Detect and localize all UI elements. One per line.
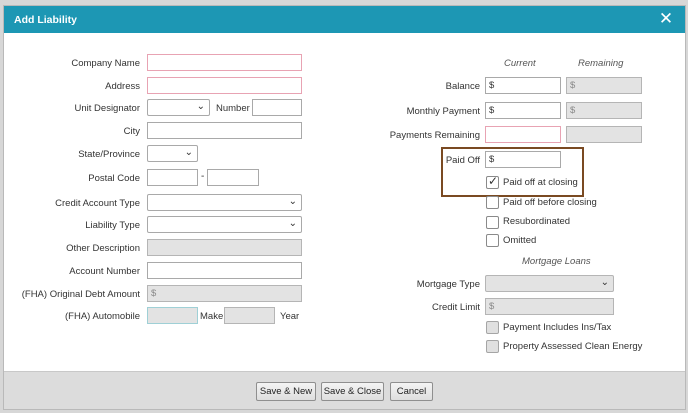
fha-original-debt-input: $ (147, 285, 302, 302)
save-and-new-button[interactable]: Save & New (256, 382, 316, 401)
current-column-header: Current (504, 58, 536, 69)
paid-off-before-closing-checkbox[interactable] (486, 196, 499, 209)
chevron-down-icon: ⌄ (288, 196, 297, 207)
city-label: City (123, 126, 140, 137)
chevron-down-icon: ⌄ (184, 147, 193, 158)
dialog-footer: Save & New Save & Close Cancel (4, 371, 685, 409)
balance-remaining-input: $ (566, 77, 642, 94)
credit-limit-input: $ (485, 298, 614, 315)
city-input[interactable] (147, 122, 302, 139)
cancel-button[interactable]: Cancel (390, 382, 433, 401)
postal-code-label: Postal Code (88, 173, 140, 184)
credit-limit-label: Credit Limit (431, 302, 480, 313)
state-province-select[interactable]: ⌄ (147, 145, 198, 162)
postal-code-ext-input[interactable] (207, 169, 259, 186)
paid-off-input[interactable]: $ (485, 151, 561, 168)
paid-off-at-closing-checkbox[interactable]: ✓ (486, 174, 499, 189)
company-name-label: Company Name (71, 58, 140, 69)
paid-off-at-closing-label: Paid off at closing (503, 177, 578, 188)
postal-code-dash: - (201, 171, 205, 182)
company-name-input[interactable] (147, 54, 302, 71)
resubordinated-checkbox[interactable] (486, 216, 499, 229)
year-label: Year (280, 311, 300, 322)
make-label: Make (200, 311, 224, 322)
account-number-input[interactable] (147, 262, 302, 279)
chevron-down-icon: ⌄ (600, 277, 609, 288)
pace-label: Property Assessed Clean Energy (503, 341, 643, 352)
balance-label: Balance (445, 81, 480, 92)
fha-automobile-label: (FHA) Automobile (65, 311, 140, 322)
liability-type-select[interactable]: ⌄ (147, 216, 302, 233)
paid-off-before-closing-label: Paid off before closing (503, 197, 597, 208)
pace-checkbox (486, 340, 499, 353)
mortgage-type-select: ⌄ (485, 275, 614, 292)
credit-account-type-select[interactable]: ⌄ (147, 194, 302, 211)
liability-type-label: Liability Type (85, 220, 140, 231)
other-description-label: Other Description (66, 243, 140, 254)
unit-designator-select[interactable]: ⌄ (147, 99, 210, 116)
omitted-checkbox[interactable] (486, 234, 499, 247)
mortgage-type-label: Mortgage Type (416, 279, 480, 290)
dialog-title: Add Liability (14, 14, 77, 26)
monthly-payment-current-input[interactable]: $ (485, 102, 561, 119)
make-input (224, 307, 275, 324)
payments-remaining-current-input[interactable] (485, 126, 561, 143)
monthly-payment-label: Monthly Payment (406, 106, 480, 117)
payments-remaining-remaining-input (566, 126, 642, 143)
payment-includes-ins-tax-label: Payment Includes Ins/Tax (503, 322, 612, 333)
credit-account-type-label: Credit Account Type (55, 198, 140, 209)
resubordinated-label: Resubordinated (503, 216, 571, 227)
monthly-payment-remaining-input: $ (566, 102, 642, 119)
add-liability-dialog: Add Liability ✕ Company Name Address Uni… (3, 5, 686, 410)
state-province-label: State/Province (78, 149, 140, 160)
number-label: Number (216, 103, 250, 114)
postal-code-input[interactable] (147, 169, 198, 186)
address-input[interactable] (147, 77, 302, 94)
payments-remaining-label: Payments Remaining (389, 130, 480, 141)
remaining-column-header: Remaining (578, 58, 624, 69)
fha-original-debt-label: (FHA) Original Debt Amount (21, 289, 140, 300)
other-description-input (147, 239, 302, 256)
mortgage-loans-header: Mortgage Loans (522, 256, 591, 267)
payment-includes-ins-tax-checkbox (486, 321, 499, 334)
unit-designator-label: Unit Designator (74, 103, 140, 114)
account-number-label: Account Number (69, 266, 140, 277)
fha-automobile-input (147, 307, 198, 324)
address-label: Address (105, 81, 140, 92)
check-icon: ✓ (488, 174, 499, 188)
paid-off-label: Paid Off (445, 155, 480, 166)
omitted-label: Omitted (503, 235, 537, 246)
number-input[interactable] (252, 99, 302, 116)
dialog-titlebar: Add Liability ✕ (4, 6, 685, 33)
chevron-down-icon: ⌄ (196, 101, 205, 112)
save-and-close-button[interactable]: Save & Close (321, 382, 384, 401)
close-icon[interactable]: ✕ (657, 10, 675, 28)
chevron-down-icon: ⌄ (288, 218, 297, 229)
balance-current-input[interactable]: $ (485, 77, 561, 94)
